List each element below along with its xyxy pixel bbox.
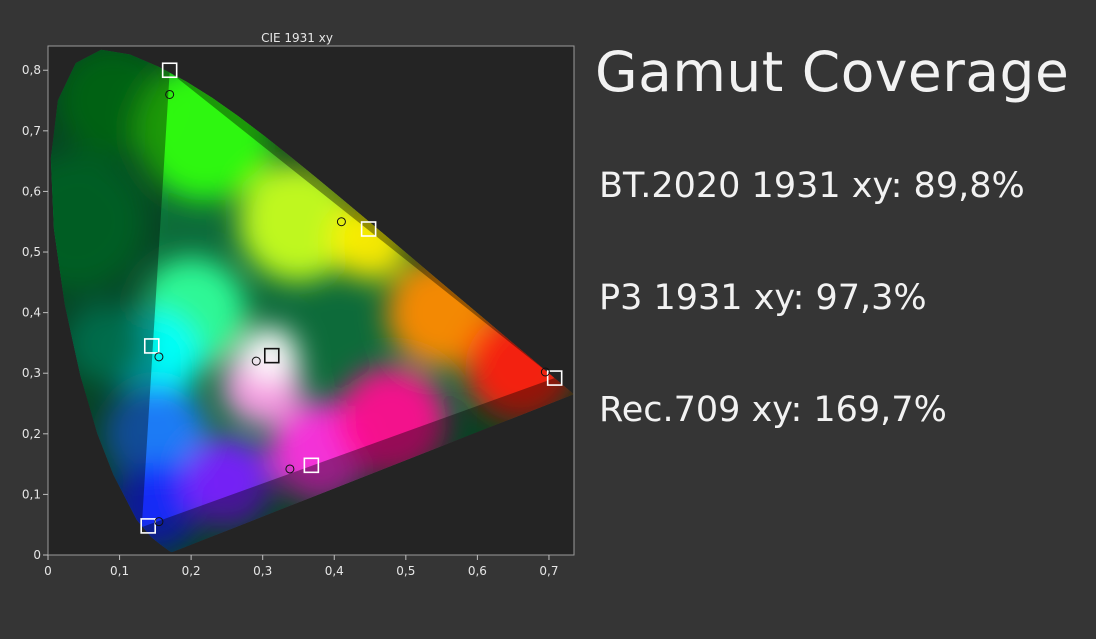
stat-rec709: Rec.709 xy: 169,7%	[599, 390, 947, 430]
x-tick-label: 0,5	[396, 564, 415, 578]
stat-p3: P3 1931 xy: 97,3%	[599, 278, 927, 318]
x-tick-label: 0,1	[110, 564, 129, 578]
y-tick-label: 0,3	[22, 366, 41, 380]
x-tick-label: 0,7	[539, 564, 558, 578]
cie-chart-svg: CIE 1931 xy 0 0,1 0,2 0,3 0,4 0,5 0,6 0,7 0 0,1 0,…	[22, 31, 575, 578]
y-tick-label: 0	[33, 548, 41, 562]
y-tick-label: 0,2	[22, 427, 41, 441]
y-tick-label: 0,1	[22, 487, 41, 501]
cie-chart: CIE 1931 xy 0 0,1 0,2 0,3 0,4 0,5 0,6 0,7 0 0,1 0,…	[0, 0, 590, 639]
chart-title: CIE 1931 xy	[261, 31, 333, 45]
y-tick-label: 0,5	[22, 245, 41, 259]
x-tick-label: 0,3	[253, 564, 272, 578]
y-tick-label: 0,6	[22, 184, 41, 198]
page-title: Gamut Coverage	[595, 40, 1070, 104]
y-tick-label: 0,7	[22, 124, 41, 138]
y-tick-label: 0,4	[22, 306, 41, 320]
x-tick-label: 0,4	[325, 564, 344, 578]
x-tick-label: 0,2	[182, 564, 201, 578]
coverage-panel: Gamut Coverage BT.2020 1931 xy: 89,8% P3…	[595, 0, 1096, 639]
x-tick-label: 0,6	[468, 564, 487, 578]
y-tick-label: 0,8	[22, 63, 41, 77]
stat-bt2020: BT.2020 1931 xy: 89,8%	[599, 166, 1025, 206]
x-tick-label: 0	[44, 564, 52, 578]
